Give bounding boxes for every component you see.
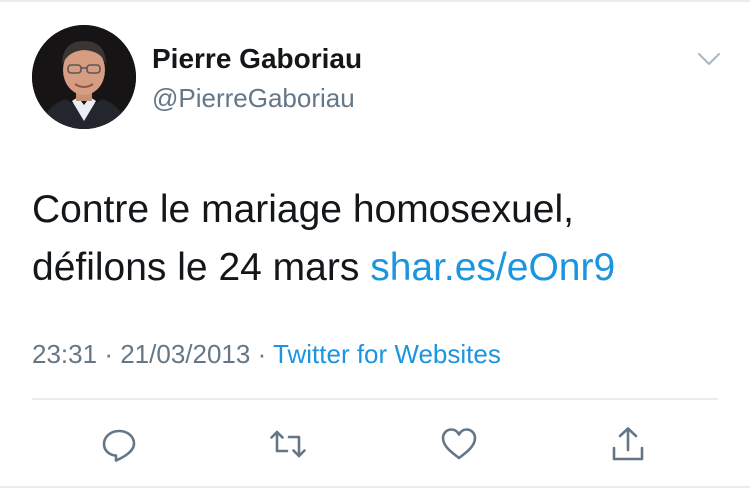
tweet-text-line1: Contre le mariage homosexuel, bbox=[32, 188, 574, 231]
like-button[interactable] bbox=[437, 422, 481, 466]
retweet-icon bbox=[270, 430, 306, 458]
reply-icon bbox=[102, 429, 136, 462]
share-icon bbox=[612, 427, 644, 461]
meta-separator-2: · bbox=[257, 339, 267, 369]
tweet-link[interactable]: shar.es/eOnr9 bbox=[370, 246, 615, 289]
tweet-text-line2: défilons le 24 mars bbox=[32, 246, 360, 289]
author-name[interactable]: Pierre Gaboriau bbox=[152, 43, 362, 75]
tweet-source[interactable]: Twitter for Websites bbox=[273, 339, 501, 369]
tweet-card: Pierre Gaboriau @PierreGaboriau Contre l… bbox=[0, 0, 750, 488]
avatar[interactable] bbox=[32, 25, 136, 129]
reply-button[interactable] bbox=[97, 422, 141, 466]
tweet-meta: 23:31 · 21/03/2013 · Twitter for Website… bbox=[32, 339, 501, 370]
top-divider bbox=[0, 0, 750, 2]
meta-separator-1: · bbox=[104, 339, 113, 369]
share-button[interactable] bbox=[606, 422, 650, 466]
tweet-time[interactable]: 23:31 bbox=[32, 339, 97, 369]
actions-divider bbox=[32, 398, 718, 400]
tweet-date[interactable]: 21/03/2013 bbox=[120, 339, 250, 369]
tweet-text: Contre le mariage homosexuel, défilons l… bbox=[32, 181, 722, 297]
heart-icon bbox=[441, 428, 477, 460]
chevron-down-icon[interactable] bbox=[696, 48, 722, 70]
avatar-image bbox=[32, 25, 136, 129]
author-handle[interactable]: @PierreGaboriau bbox=[152, 83, 355, 114]
retweet-button[interactable] bbox=[266, 422, 310, 466]
